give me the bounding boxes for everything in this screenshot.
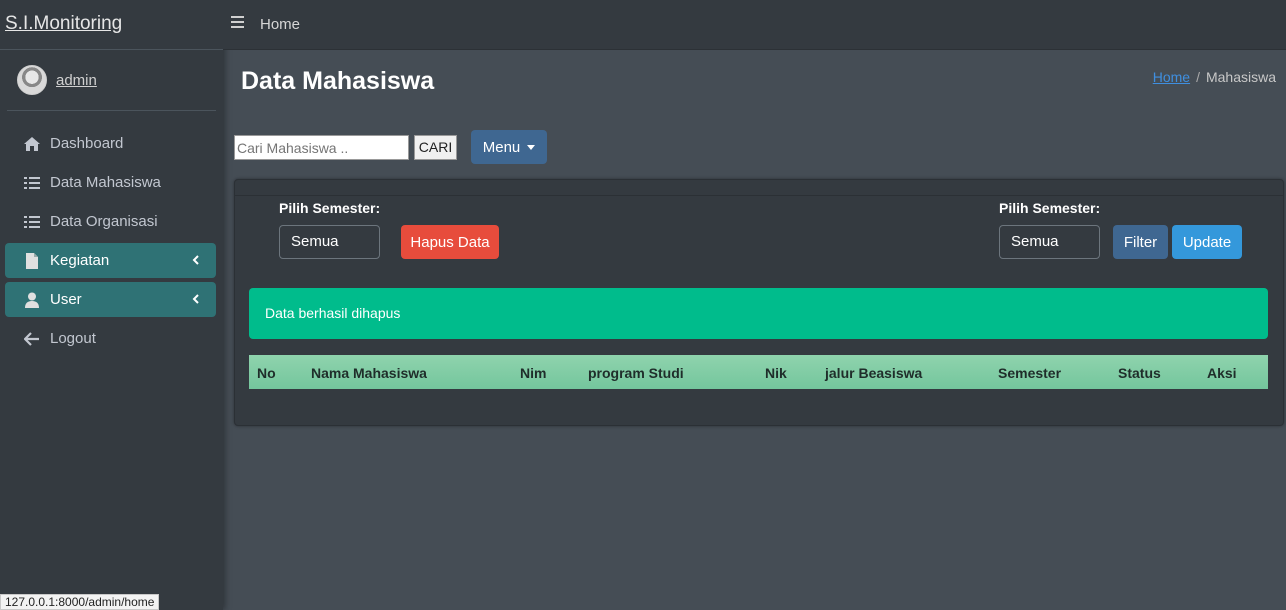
sidebar-item-label: Kegiatan bbox=[50, 252, 110, 269]
avatar bbox=[17, 65, 47, 95]
user-name-link[interactable]: admin bbox=[56, 72, 97, 89]
brand: S.I.Monitoring bbox=[0, 0, 223, 50]
sidebar-item-label: Dashboard bbox=[50, 135, 124, 152]
column-header-no[interactable]: No bbox=[257, 365, 276, 381]
hamburger-menu-icon[interactable] bbox=[231, 15, 244, 28]
sidebar-item-label: Logout bbox=[50, 330, 96, 347]
sidebar: S.I.Monitoring admin Dashboard Data Maha… bbox=[0, 0, 223, 610]
sidebar-item-dashboard[interactable]: Dashboard bbox=[5, 126, 216, 161]
column-header-nama-mahasiswa[interactable]: Nama Mahasiswa bbox=[311, 365, 427, 381]
chevron-left-icon bbox=[188, 252, 204, 269]
chevron-left-icon bbox=[188, 291, 204, 308]
list-icon bbox=[22, 213, 42, 231]
user-panel: admin bbox=[7, 50, 216, 111]
column-header-aksi[interactable]: Aksi bbox=[1207, 365, 1237, 381]
sidebar-nav: Dashboard Data Mahasiswa Data Organisasi… bbox=[0, 126, 223, 356]
sidebar-item-label: User bbox=[50, 291, 82, 308]
table-header: No Nama Mahasiswa Nim program Studi Nik … bbox=[249, 355, 1268, 389]
main-content: Data Mahasiswa Home/Mahasiswa CARI Menu … bbox=[223, 50, 1286, 610]
breadcrumb-current: Mahasiswa bbox=[1205, 69, 1276, 85]
semester-label-left: Pilih Semester: bbox=[279, 200, 381, 216]
column-header-program-studi[interactable]: program Studi bbox=[588, 365, 684, 381]
topbar-home-link[interactable]: Home bbox=[260, 16, 300, 33]
column-header-jalur-beasiswa[interactable]: jalur Beasiswa bbox=[825, 365, 922, 381]
breadcrumb-home-link[interactable]: Home bbox=[1153, 69, 1190, 85]
search-input[interactable] bbox=[234, 135, 409, 160]
semester-select-right[interactable]: Semua bbox=[999, 225, 1100, 259]
sidebar-item-data-organisasi[interactable]: Data Organisasi bbox=[5, 204, 216, 239]
user-icon bbox=[22, 291, 42, 309]
breadcrumb: Home / Mahasiswa bbox=[1153, 69, 1276, 85]
data-card: Pilih Semester: Semua Hapus Data Pilih S… bbox=[234, 179, 1284, 426]
sidebar-item-kegiatan[interactable]: Kegiatan bbox=[5, 243, 216, 278]
semester-label-right: Pilih Semester: bbox=[999, 200, 1101, 216]
brand-link[interactable]: S.I.Monitoring bbox=[5, 13, 122, 34]
browser-status-url: 127.0.0.1:8000/admin/home bbox=[0, 594, 160, 610]
caret-down-icon bbox=[527, 144, 536, 150]
filter-button[interactable]: Filter bbox=[1113, 225, 1168, 259]
delete-data-button[interactable]: Hapus Data bbox=[401, 225, 499, 259]
file-icon bbox=[22, 252, 42, 270]
update-button[interactable]: Update bbox=[1172, 225, 1242, 259]
search-button[interactable]: CARI bbox=[414, 135, 457, 160]
topbar: Home bbox=[223, 0, 1286, 50]
sidebar-item-label: Data Mahasiswa bbox=[50, 174, 161, 191]
arrow-left-icon bbox=[22, 330, 42, 348]
column-header-semester[interactable]: Semester bbox=[998, 365, 1061, 381]
sidebar-item-label: Data Organisasi bbox=[50, 213, 158, 230]
menu-button-label: Menu bbox=[482, 138, 521, 156]
sidebar-item-user[interactable]: User bbox=[5, 282, 216, 317]
card-divider bbox=[235, 195, 1283, 196]
sidebar-item-data-mahasiswa[interactable]: Data Mahasiswa bbox=[5, 165, 216, 200]
page-title: Data Mahasiswa bbox=[241, 67, 435, 95]
home-icon bbox=[22, 135, 42, 153]
column-header-status[interactable]: Status bbox=[1118, 365, 1161, 381]
column-header-nim[interactable]: Nim bbox=[520, 365, 546, 381]
column-header-nik[interactable]: Nik bbox=[765, 365, 787, 381]
breadcrumb-separator: / bbox=[1196, 69, 1200, 85]
success-alert: Data berhasil dihapus bbox=[249, 288, 1268, 339]
list-icon bbox=[22, 174, 42, 192]
sidebar-item-logout[interactable]: Logout bbox=[5, 321, 216, 356]
menu-dropdown-button[interactable]: Menu bbox=[471, 130, 547, 164]
semester-select-left[interactable]: Semua bbox=[279, 225, 380, 259]
